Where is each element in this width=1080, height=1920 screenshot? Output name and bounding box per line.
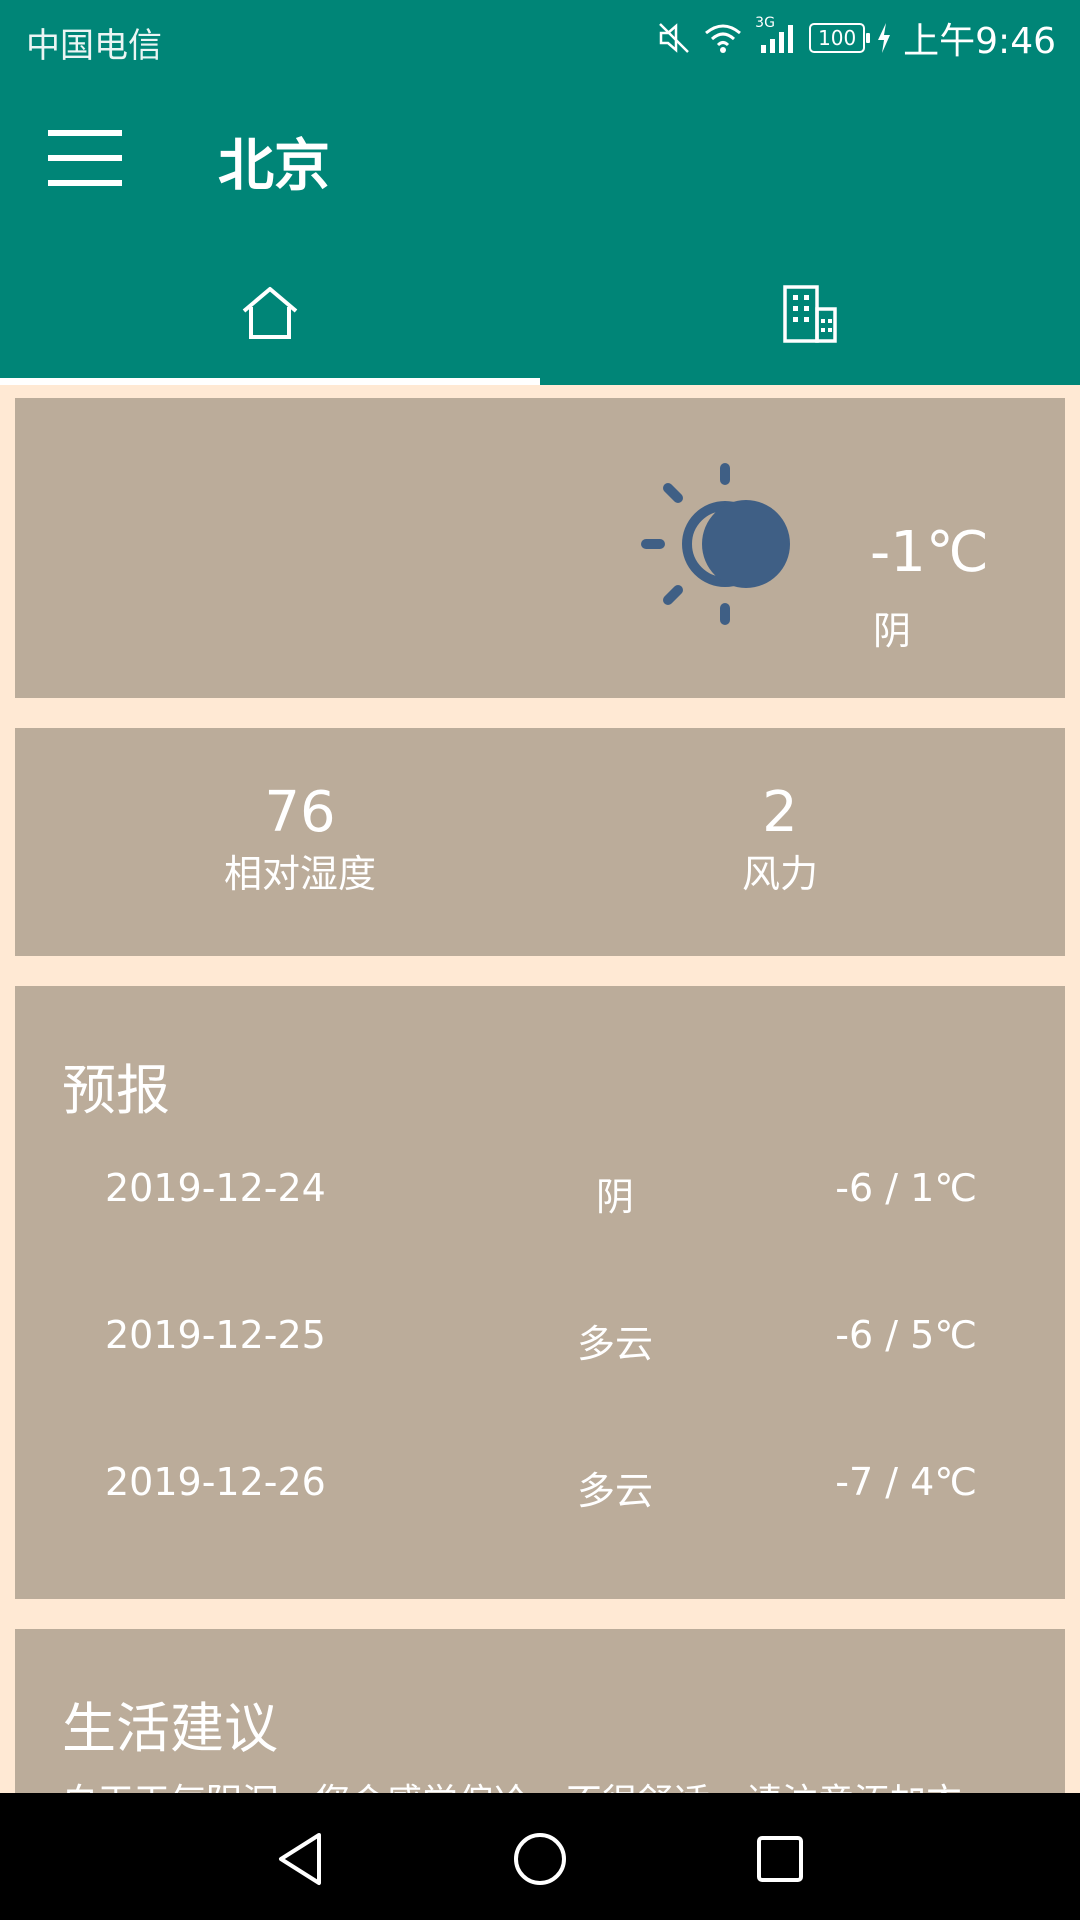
app-toolbar: 北京 [0,75,1080,240]
forecast-date: 2019-12-24 [105,1166,326,1210]
current-condition: 阴 [873,609,912,653]
status-bar: 中国电信 3G 100 上午9:46 [0,0,1080,75]
home-button[interactable] [500,1819,580,1899]
forecast-row: 2019-12-26 多云 -7 / 4℃ [15,1460,1065,1520]
home-icon [242,286,298,339]
battery-icon: 100 [809,23,871,53]
recent-apps-button[interactable] [740,1819,820,1899]
tab-bar [0,240,1080,385]
forecast-condition: 阴 [595,1175,634,1219]
menu-button[interactable] [30,103,140,213]
forecast-range: -7 / 4℃ [835,1460,977,1504]
wifi-icon [703,21,743,55]
partly-cloudy-icon [620,458,800,642]
forecast-title: 预报 [62,1059,170,1122]
current-temperature: -1℃ [870,520,989,585]
humidity-value: 76 [264,780,336,845]
humidity-stat: 76 相对湿度 [150,778,450,900]
menu-icon [48,130,122,186]
tab-indicator [0,378,540,385]
signal-icon: 3G [755,15,797,55]
building-icon [783,284,837,343]
current-weather-card: -1℃ 阴 [15,398,1065,698]
humidity-label: 相对湿度 [223,852,376,896]
home-circle-icon [514,1833,566,1885]
forecast-condition: 多云 [576,1322,653,1366]
advice-title: 生活建议 [62,1697,278,1760]
forecast-range: -6 / 5℃ [835,1313,977,1357]
back-icon [279,1833,321,1885]
tab-city[interactable] [540,240,1080,385]
city-title: 北京 [218,134,330,199]
forecast-date: 2019-12-25 [105,1313,326,1357]
battery-level: 100 [818,26,857,50]
charging-icon [877,23,891,53]
mute-icon [657,21,691,55]
stats-card: 76 相对湿度 2 风力 [15,728,1065,956]
forecast-range: -6 / 1℃ [835,1166,977,1210]
system-nav-bar [0,1793,1080,1920]
wind-value: 2 [762,780,798,845]
tab-home[interactable] [0,240,540,385]
forecast-row: 2019-12-25 多云 -6 / 5℃ [15,1313,1065,1373]
wind-label: 风力 [741,852,818,896]
forecast-card: 预报 2019-12-24 阴 -6 / 1℃ 2019-12-25 多云 -6… [15,986,1065,1599]
carrier-label: 中国电信 [26,26,162,66]
back-button[interactable] [260,1819,340,1899]
square-icon [757,1836,803,1882]
status-icons: 3G 100 上午9:46 [657,14,1056,62]
forecast-row: 2019-12-24 阴 -6 / 1℃ [15,1166,1065,1226]
wind-stat: 2 风力 [630,778,930,900]
clock: 上午9:46 [903,21,1056,62]
forecast-date: 2019-12-26 [105,1460,326,1504]
network-type: 3G [755,15,775,31]
forecast-condition: 多云 [576,1469,653,1513]
